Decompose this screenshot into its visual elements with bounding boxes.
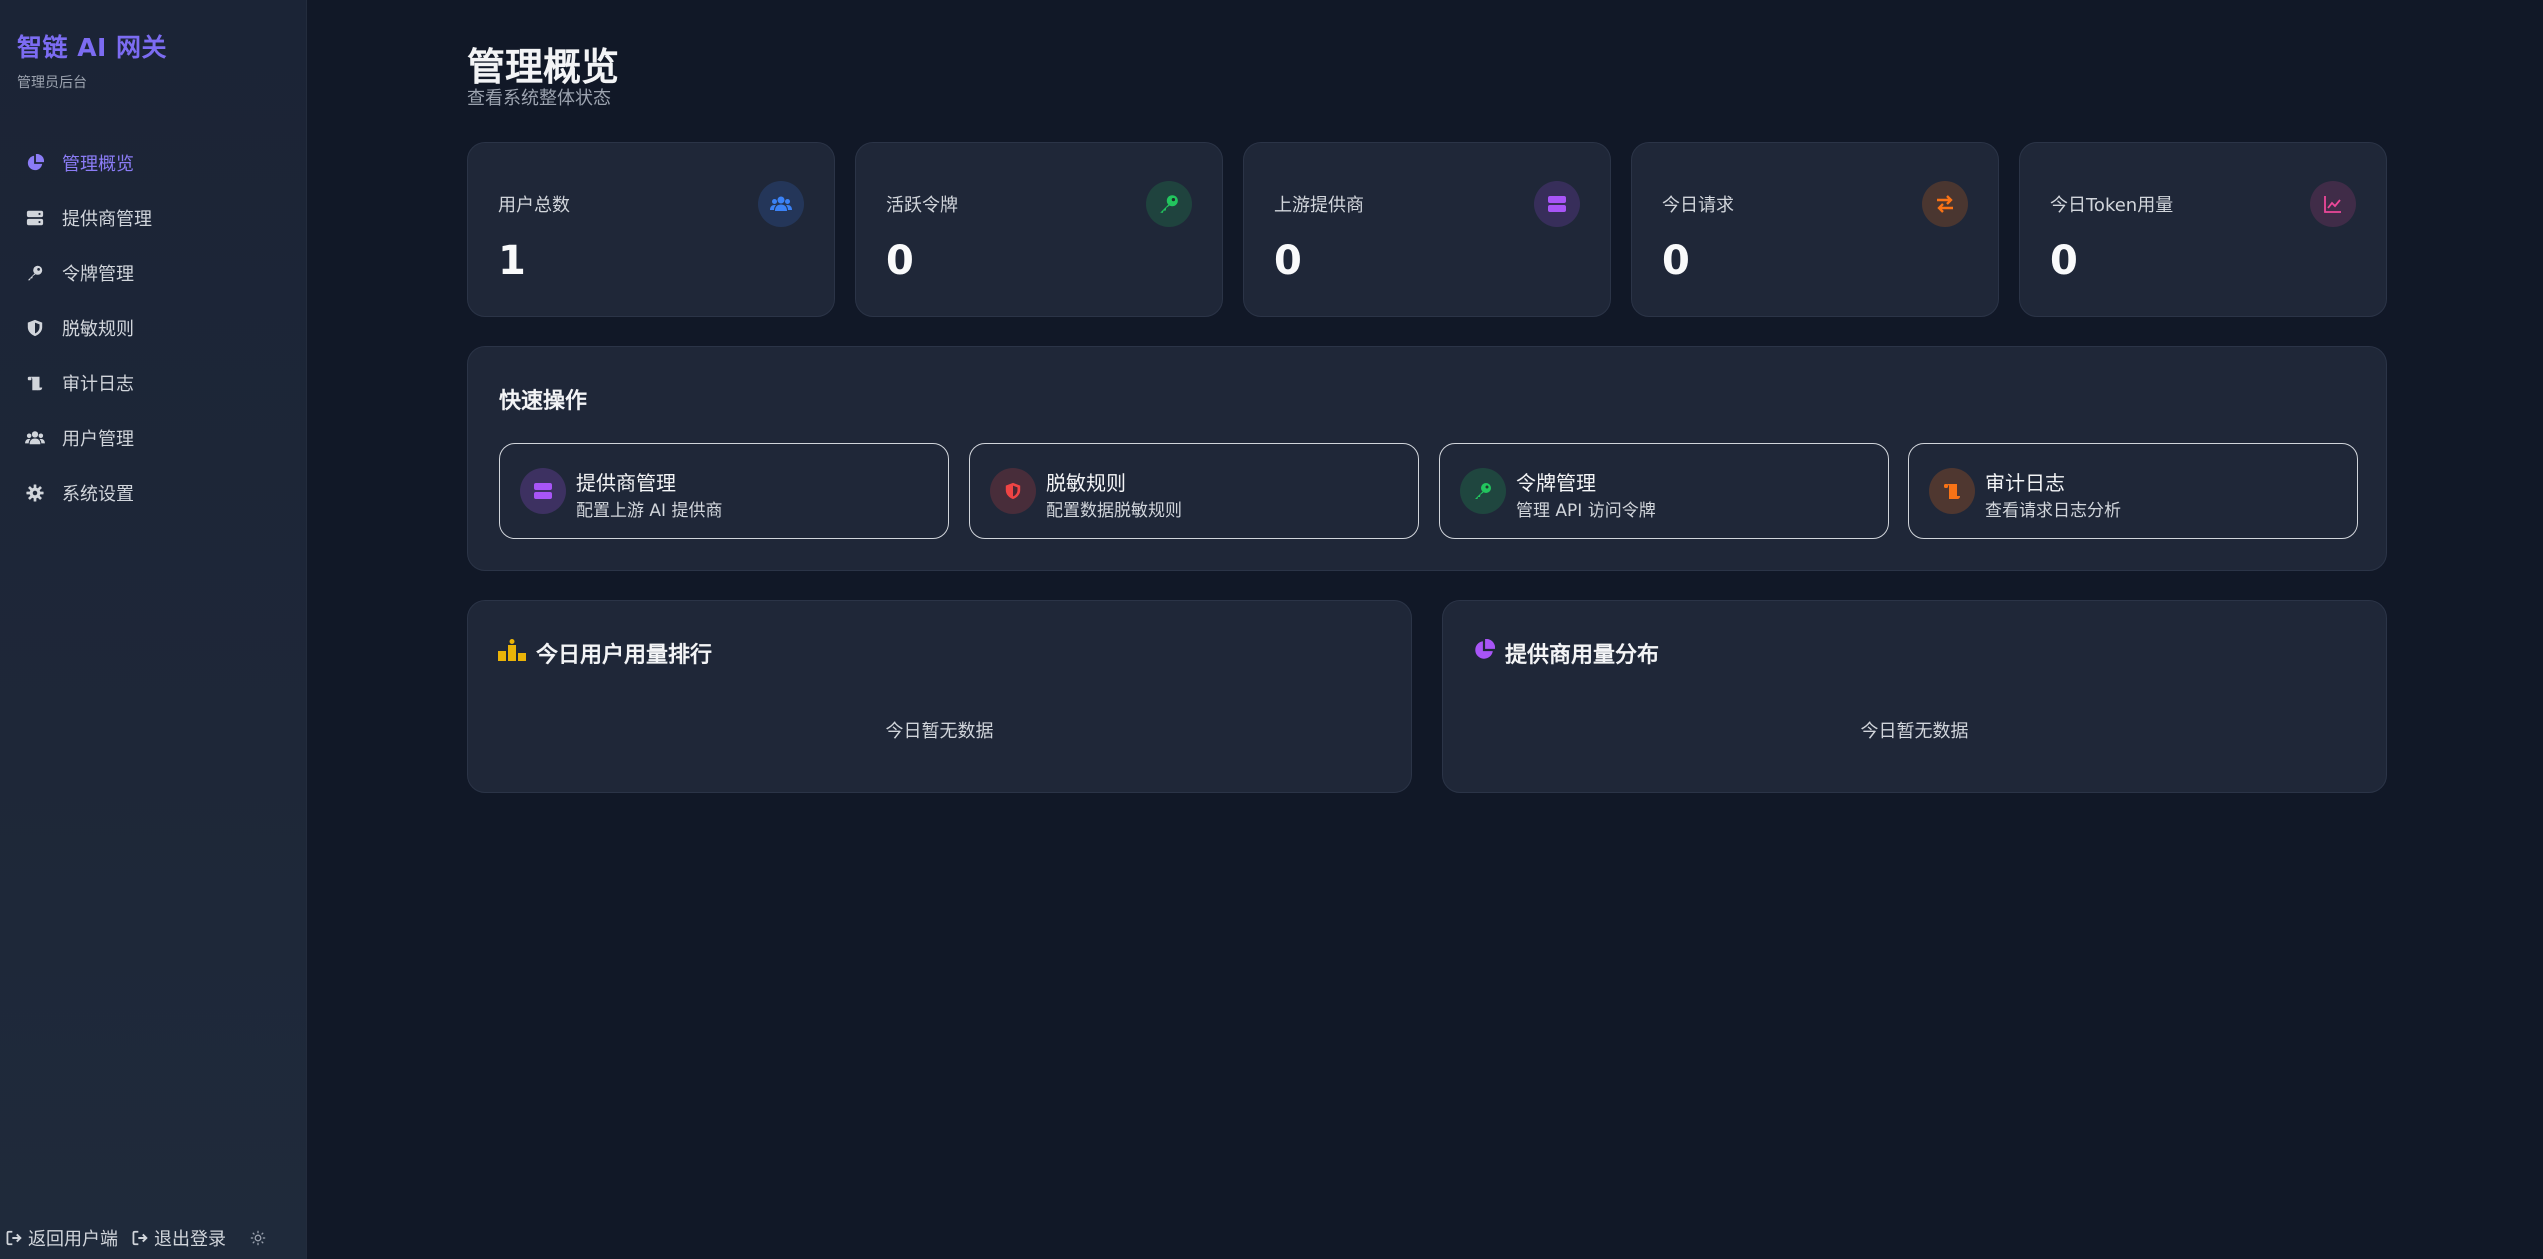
quick-actions-title: 快速操作: [499, 389, 588, 414]
logout-label: 退出登录: [154, 1229, 226, 1250]
logout-button[interactable]: 退出登录: [132, 1225, 226, 1251]
quick-action-title: 审计日志: [1985, 471, 2065, 495]
quick-action-desc: 查看请求日志分析: [1985, 501, 2121, 521]
ranking-icon: [498, 639, 526, 667]
stat-card-today-requests: 今日请求 0: [1631, 142, 1999, 317]
page-subtitle: 查看系统整体状态: [467, 88, 611, 109]
stat-card-today-tokens: 今日Token用量 0: [2019, 142, 2387, 317]
quick-action-providers-button[interactable]: 提供商管理 配置上游 AI 提供商: [499, 443, 949, 539]
stat-value: 1: [498, 238, 526, 284]
pie-chart-icon: [24, 152, 46, 174]
quick-action-desc: 配置数据脱敏规则: [1046, 501, 1182, 521]
quick-action-title: 提供商管理: [576, 471, 676, 495]
stats-row: 用户总数 1 活跃令牌 0 上游提供商 0 今日请求 0 今日Token用量 0: [467, 142, 2387, 317]
stat-value: 0: [1662, 238, 1690, 284]
shield-icon: [24, 317, 46, 339]
stat-label: 上游提供商: [1274, 195, 1364, 216]
stat-value: 0: [886, 238, 914, 284]
sidebar-item-label: 令牌管理: [62, 263, 134, 285]
line-chart-icon: [2310, 181, 2356, 227]
server-icon: [1534, 181, 1580, 227]
user-usage-ranking-panel: 今日用户用量排行 今日暂无数据: [467, 600, 1412, 793]
ranking-title-row: 今日用户用量排行: [498, 637, 712, 669]
stat-label: 活跃令牌: [886, 195, 958, 216]
stat-value: 0: [1274, 238, 1302, 284]
theme-toggle-button[interactable]: [250, 1229, 268, 1247]
brand-title: 智链 AI 网关: [17, 33, 168, 62]
logout-icon: [132, 1229, 150, 1247]
sidebar-item-label: 用户管理: [62, 428, 134, 450]
sidebar-nav: 管理概览 提供商管理 令牌管理 脱敏规则 审计日志 用户管理 系统设置: [0, 135, 307, 520]
stat-label: 今日Token用量: [2050, 195, 2174, 216]
sign-out-icon: [6, 1229, 24, 1247]
key-icon: [24, 262, 46, 284]
quick-actions-panel: 快速操作 提供商管理 配置上游 AI 提供商 脱敏规则 配置数据脱敏规则 令牌管…: [467, 346, 2387, 571]
page-title: 管理概览: [467, 45, 620, 89]
quick-action-desc: 管理 API 访问令牌: [1516, 501, 1656, 521]
users-icon: [758, 181, 804, 227]
quick-action-title: 脱敏规则: [1046, 471, 1126, 495]
quick-action-tokens-button[interactable]: 令牌管理 管理 API 访问令牌: [1439, 443, 1889, 539]
quick-action-title: 令牌管理: [1516, 471, 1596, 495]
ranking-empty-state: 今日暂无数据: [885, 721, 994, 742]
quick-action-audit-logs-button[interactable]: 审计日志 查看请求日志分析: [1908, 443, 2358, 539]
pie-chart-icon: [1473, 638, 1496, 667]
gear-icon: [24, 482, 46, 504]
sidebar-item-audit-logs[interactable]: 审计日志: [0, 355, 307, 410]
sidebar-item-label: 管理概览: [62, 153, 134, 175]
sidebar-item-label: 审计日志: [62, 373, 134, 395]
sidebar-item-tokens[interactable]: 令牌管理: [0, 245, 307, 300]
stat-label: 今日请求: [1662, 195, 1734, 216]
sidebar-item-settings[interactable]: 系统设置: [0, 465, 307, 520]
sun-icon: [250, 1229, 268, 1247]
back-to-user-button[interactable]: 返回用户端: [6, 1225, 118, 1251]
sidebar-footer: 返回用户端 退出登录: [6, 1225, 268, 1251]
quick-action-desc: 配置上游 AI 提供商: [576, 501, 723, 521]
distribution-title: 提供商用量分布: [1505, 643, 1660, 668]
distribution-title-row: 提供商用量分布: [1473, 637, 1659, 669]
scroll-icon: [24, 372, 46, 394]
quick-action-masking-rules-button[interactable]: 脱敏规则 配置数据脱敏规则: [969, 443, 1419, 539]
key-icon: [1146, 181, 1192, 227]
stat-value: 0: [2050, 238, 2078, 284]
sidebar-item-overview[interactable]: 管理概览: [0, 135, 307, 190]
shield-icon: [990, 468, 1036, 514]
scroll-icon: [1929, 468, 1975, 514]
distribution-empty-state: 今日暂无数据: [1860, 721, 1969, 742]
sidebar: 智链 AI 网关 管理员后台 管理概览 提供商管理 令牌管理 脱敏规则 审计日志…: [0, 0, 307, 1259]
sidebar-item-label: 提供商管理: [62, 208, 152, 230]
stat-card-active-tokens: 活跃令牌 0: [855, 142, 1223, 317]
stat-card-providers: 上游提供商 0: [1243, 142, 1611, 317]
ranking-title: 今日用户用量排行: [536, 643, 713, 668]
exchange-icon: [1922, 181, 1968, 227]
provider-usage-distribution-panel: 提供商用量分布 今日暂无数据: [1442, 600, 2387, 793]
sidebar-item-providers[interactable]: 提供商管理: [0, 190, 307, 245]
sidebar-item-label: 脱敏规则: [62, 318, 134, 340]
stat-card-users: 用户总数 1: [467, 142, 835, 317]
sidebar-item-label: 系统设置: [62, 483, 134, 505]
users-icon: [24, 427, 46, 449]
sidebar-item-masking-rules[interactable]: 脱敏规则: [0, 300, 307, 355]
server-icon: [24, 207, 46, 229]
key-icon: [1460, 468, 1506, 514]
server-icon: [520, 468, 566, 514]
stat-label: 用户总数: [498, 195, 570, 216]
sidebar-item-users[interactable]: 用户管理: [0, 410, 307, 465]
back-to-user-label: 返回用户端: [28, 1229, 118, 1250]
brand-subtitle: 管理员后台: [17, 75, 87, 91]
brand: 智链 AI 网关 管理员后台: [17, 28, 167, 92]
